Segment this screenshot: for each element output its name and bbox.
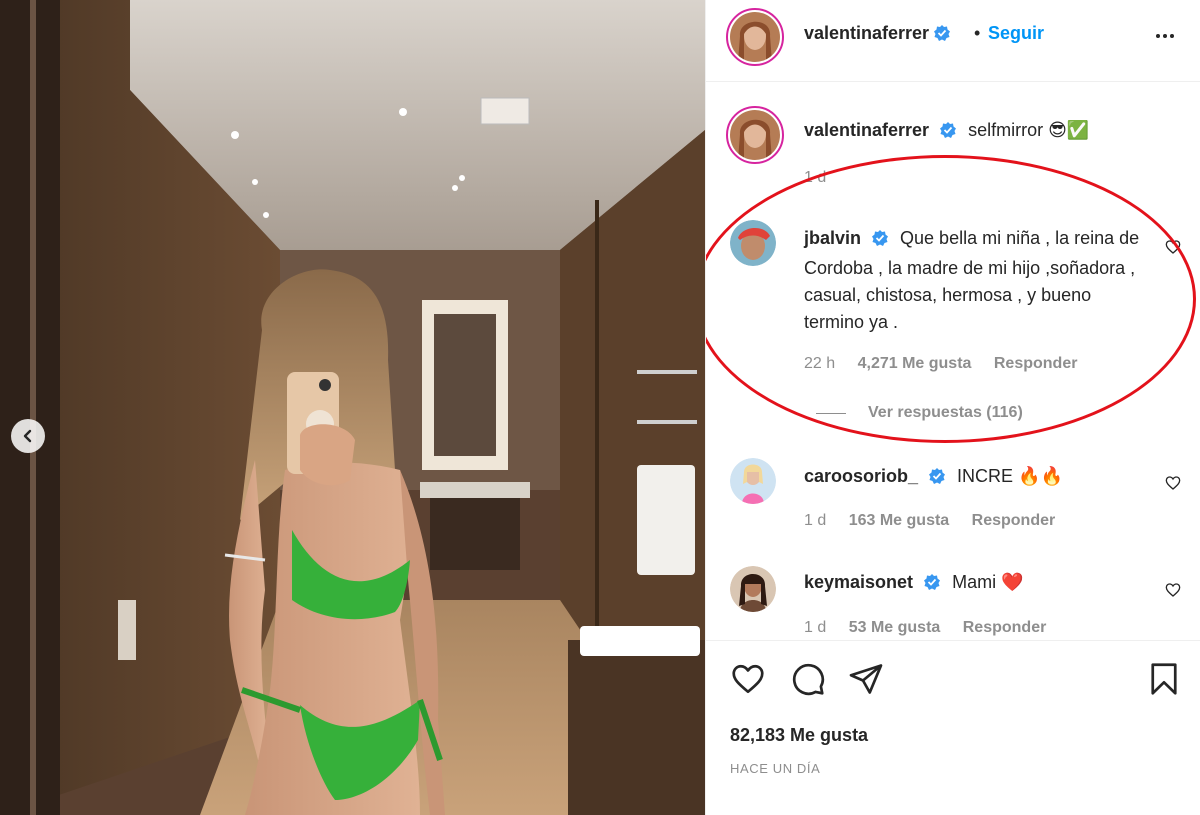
comment-body: caroosoriob_ INCRE 🔥🔥 <box>804 463 1144 493</box>
comment-avatar[interactable] <box>730 458 776 504</box>
send-paper-plane-icon <box>849 664 883 694</box>
heart-outline-icon <box>1165 476 1181 490</box>
comment-text: INCRE 🔥🔥 <box>957 466 1063 486</box>
chevron-left-icon <box>23 429 32 443</box>
comment-like-button[interactable] <box>1165 239 1181 260</box>
verified-badge-icon <box>928 466 946 493</box>
comment-body: keymaisonet Mami ❤️ <box>804 569 1144 599</box>
avatar[interactable] <box>726 8 784 66</box>
comment-like-button[interactable] <box>1165 475 1181 496</box>
carousel-prev-button[interactable] <box>11 419 45 453</box>
verified-badge-icon <box>923 572 941 599</box>
bookmark-icon <box>1151 663 1177 695</box>
post-side-panel: valentinaferrer • Seguir valentinaferrer… <box>705 0 1200 815</box>
profile-photo-icon <box>730 220 776 266</box>
caption-time: 1 d <box>804 169 827 186</box>
comment-time: 22 h <box>804 355 836 372</box>
more-horizontal-icon <box>1156 34 1174 38</box>
save-button[interactable] <box>1146 661 1182 702</box>
verified-badge-icon <box>933 24 951 47</box>
post-timestamp[interactable]: HACE UN DÍA <box>730 761 820 776</box>
comment-username[interactable]: keymaisonet <box>804 572 913 592</box>
comment-meta: 1 d 163 Me gusta Responder <box>804 512 1073 530</box>
comment-likes[interactable]: 53 Me gusta <box>849 619 941 636</box>
comment-bubble-icon <box>792 663 825 696</box>
profile-photo-icon <box>730 566 776 612</box>
like-button[interactable] <box>730 661 766 702</box>
comment-avatar[interactable] <box>730 566 776 612</box>
comments-list[interactable]: valentinaferrer selfmirror 😎✅ 1 d jbalvi… <box>706 83 1200 639</box>
share-button[interactable] <box>848 661 884 702</box>
comment-button[interactable] <box>790 661 826 702</box>
comment-time: 1 d <box>804 512 827 529</box>
caption: valentinaferrer selfmirror 😎✅ <box>804 117 1174 147</box>
comment-username[interactable]: jbalvin <box>804 228 861 248</box>
verified-badge-icon <box>871 228 889 255</box>
likes-count[interactable]: 82,183 Me gusta <box>730 725 868 746</box>
comment-like-button[interactable] <box>1165 582 1181 603</box>
follow-button[interactable]: Seguir <box>988 23 1044 44</box>
post-photo[interactable] <box>0 0 705 815</box>
replies-divider <box>816 412 846 414</box>
comment-username[interactable]: caroosoriob_ <box>804 466 918 486</box>
comment-time: 1 d <box>804 619 827 636</box>
comment-likes[interactable]: 163 Me gusta <box>849 512 949 529</box>
view-replies-label: Ver respuestas (116) <box>868 404 1023 421</box>
header-username[interactable]: valentinaferrer <box>804 23 929 43</box>
comment-body: jbalvin Que bella mi niña , la reina de … <box>804 225 1144 336</box>
caption-meta: 1 d <box>804 169 844 187</box>
profile-photo-icon <box>730 110 780 160</box>
view-replies-button[interactable]: Ver respuestas (116) <box>816 404 1023 422</box>
comment-meta: 22 h 4,271 Me gusta Responder <box>804 355 1095 373</box>
profile-photo-icon <box>730 458 776 504</box>
header-user: valentinaferrer <box>804 23 951 47</box>
reply-button[interactable]: Responder <box>994 355 1078 372</box>
comment-text: Mami ❤️ <box>952 572 1024 592</box>
bathroom-selfie-image <box>0 0 705 815</box>
post-header: valentinaferrer • Seguir <box>706 0 1200 82</box>
comment-avatar[interactable] <box>730 220 776 266</box>
reply-button[interactable]: Responder <box>972 512 1056 529</box>
more-options-button[interactable] <box>1153 24 1177 53</box>
caption-text: selfmirror 😎✅ <box>968 120 1090 140</box>
follow-separator: • <box>974 23 981 43</box>
caption-username[interactable]: valentinaferrer <box>804 120 929 140</box>
reply-button[interactable]: Responder <box>963 619 1047 636</box>
heart-outline-icon <box>732 664 764 694</box>
heart-outline-icon <box>1165 240 1181 254</box>
comment-likes[interactable]: 4,271 Me gusta <box>858 355 972 372</box>
verified-badge-icon <box>939 120 957 147</box>
comment-meta: 1 d 53 Me gusta Responder <box>804 619 1064 637</box>
heart-outline-icon <box>1165 583 1181 597</box>
post-actions: 82,183 Me gusta HACE UN DÍA <box>706 640 1200 815</box>
caption-avatar[interactable] <box>726 106 784 164</box>
profile-photo-icon <box>730 12 780 62</box>
